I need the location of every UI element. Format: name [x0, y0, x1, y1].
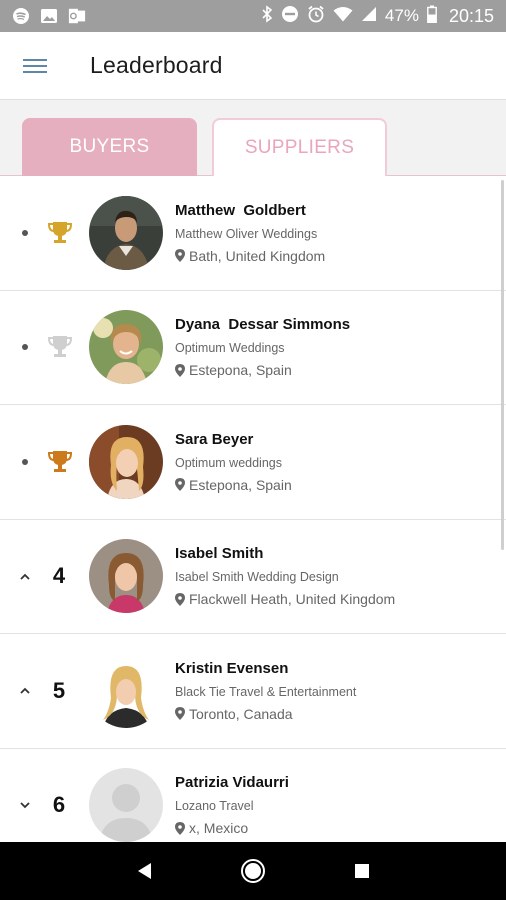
avatar: [89, 653, 163, 728]
chevron-down-icon: [18, 798, 32, 812]
tab-suppliers[interactable]: SUPPLIERS: [212, 118, 387, 176]
company-name: Optimum Weddings: [175, 341, 285, 356]
bluetooth-icon: [261, 4, 273, 28]
company-name: Lozano Travel: [175, 799, 254, 814]
page-title: Leaderboard: [90, 52, 223, 78]
leaderboard-row[interactable]: Dyana Dessar Simmons Optimum Weddings Es…: [0, 291, 506, 405]
alarm-icon: [307, 5, 325, 28]
buyer-name: Isabel Smith: [175, 545, 264, 563]
avatar: [89, 539, 163, 614]
location-pin-icon: [175, 821, 185, 835]
avatar: [89, 424, 163, 499]
buyer-name: Kristin Evensen: [175, 659, 289, 677]
location-pin-icon: [175, 478, 185, 492]
menu-button[interactable]: [0, 32, 70, 100]
leaderboard-row[interactable]: 5 Kristin Evensen Black Tie Travel & Ent…: [0, 634, 506, 749]
avatar: [89, 310, 163, 385]
rank-number: 6: [52, 792, 66, 818]
battery-icon: [427, 5, 437, 28]
rank-number: 5: [52, 677, 66, 703]
system-nav-bar: [0, 842, 506, 900]
location-text: Flackwell Heath, United Kingdom: [189, 591, 396, 608]
buyer-name: Sara Beyer: [175, 430, 254, 448]
company-name: Isabel Smith Wedding Design: [175, 570, 339, 585]
no-change-indicator: [18, 340, 32, 354]
outlook-icon: [68, 7, 86, 25]
location-pin-icon: [175, 707, 185, 721]
gold-trophy-icon: [46, 219, 74, 247]
leaderboard-row[interactable]: Sara Beyer Optimum weddings Estepona, Sp…: [0, 405, 506, 520]
location-text: Bath, United Kingdom: [189, 247, 326, 264]
wifi-icon: [333, 6, 353, 27]
battery-percent: 47%: [384, 6, 419, 25]
status-bar: 47% 20:15: [0, 0, 506, 32]
signal-icon: [361, 6, 377, 27]
leaderboard-row[interactable]: Matthew Goldbert Matthew Oliver Weddings…: [0, 176, 506, 291]
location-pin-icon: [175, 363, 185, 377]
location-text: Estepona, Spain: [189, 476, 292, 493]
chevron-up-icon: [18, 569, 32, 583]
leaderboard-row[interactable]: 4 Isabel Smith Isabel Smith Wedding Desi…: [0, 520, 506, 634]
company-name: Black Tie Travel & Entertainment: [175, 684, 357, 699]
company-name: Optimum weddings: [175, 455, 282, 470]
bronze-trophy-icon: [46, 448, 74, 476]
buyer-name: Patrizia Vidaurri: [175, 774, 289, 792]
no-change-indicator: [18, 226, 32, 240]
clock-time: 20:15: [448, 5, 494, 26]
leaderboard-row[interactable]: 6 Patrizia Vidaurri Lozano Travel x, Mex…: [0, 749, 506, 842]
buyer-name: Matthew Goldbert: [175, 201, 306, 219]
recents-icon[interactable]: [347, 856, 377, 886]
silver-trophy-icon: [46, 333, 74, 361]
location-text: Toronto, Canada: [189, 705, 293, 722]
spotify-icon: [12, 7, 30, 25]
tab-buyers[interactable]: BUYERS: [22, 118, 197, 176]
avatar: [89, 195, 163, 270]
dnd-icon: [281, 5, 299, 28]
location-text: Estepona, Spain: [189, 362, 292, 379]
company-name: Matthew Oliver Weddings: [175, 226, 318, 241]
back-icon[interactable]: [129, 856, 159, 886]
app-bar: Leaderboard: [0, 32, 506, 100]
avatar-placeholder: [89, 768, 163, 842]
home-icon[interactable]: [238, 856, 268, 886]
buyer-name: Dyana Dessar Simmons: [175, 316, 351, 334]
hamburger-menu-icon: [23, 55, 47, 77]
gallery-icon: [40, 7, 58, 25]
location-text: x, Mexico: [189, 820, 249, 837]
no-change-indicator: [18, 455, 32, 469]
location-pin-icon: [175, 592, 185, 606]
location-pin-icon: [175, 249, 185, 263]
scrollbar[interactable]: [501, 180, 504, 550]
tab-bar: BUYERS SUPPLIERS: [0, 100, 506, 176]
leaderboard-list: Matthew Goldbert Matthew Oliver Weddings…: [0, 176, 506, 842]
chevron-up-icon: [18, 684, 32, 698]
rank-number: 4: [52, 563, 66, 589]
